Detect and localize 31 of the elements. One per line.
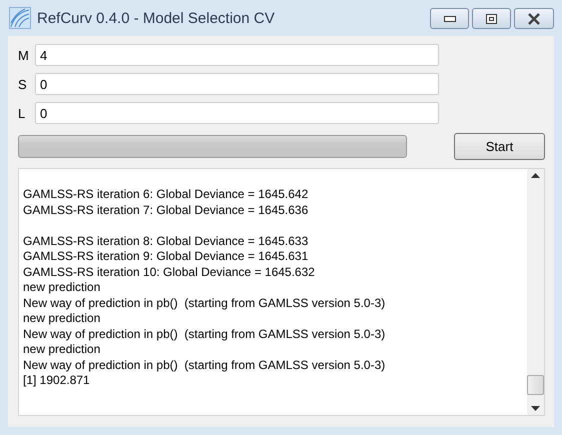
input-field[interactable]: 4 (35, 44, 439, 66)
log-line: [1] 1902.871 (23, 373, 90, 388)
scrollbar[interactable] (527, 169, 544, 415)
window-title: RefCurv 0.4.0 - Model Selection CV (37, 10, 276, 26)
log-line: GAMLSS-RS iteration 9: Global Deviance = 1645.631 (23, 249, 308, 264)
field-label: M (18, 48, 29, 62)
field-label: S (18, 76, 28, 92)
log-line: new prediction (23, 280, 100, 296)
scroll-up-icon (531, 173, 540, 178)
log-line: new prediction (23, 342, 100, 358)
minimize-icon (444, 16, 456, 22)
scroll-down-icon (531, 406, 540, 411)
input-field[interactable]: 0 (35, 73, 439, 95)
log-line: New way of prediction in pb() (starting from GAMLSS version 5.0-3) (23, 358, 386, 373)
log-line: GAMLSS-RS iteration 10: Global Deviance = 1645.632 (23, 264, 315, 280)
log-line: GAMLSS-RS iteration 8: Global Deviance = 1645.633 (23, 234, 308, 249)
input-field[interactable]: 0 (35, 102, 439, 124)
start-button[interactable]: Start (454, 133, 545, 160)
minimize-button[interactable] (430, 8, 469, 29)
app-logo-icon (9, 7, 31, 29)
log-line: new prediction (23, 311, 100, 326)
scroll-thumb[interactable] (527, 375, 544, 395)
log-line: GAMLSS-RS iteration 6: Global Deviance = 1645.642 (23, 187, 308, 202)
log-line: New way of prediction in pb() (starting from GAMLSS version 5.0-3) (23, 326, 386, 342)
close-icon (527, 12, 541, 24)
maximize-icon (486, 14, 497, 24)
field-label: L (18, 106, 26, 120)
log-line: New way of prediction in pb() (starting from GAMLSS version 5.0-3) (23, 296, 386, 311)
log-line: GAMLSS-RS iteration 7: Global Deviance = 1645.636 (23, 202, 308, 218)
close-button[interactable] (514, 8, 554, 29)
maximize-button[interactable] (472, 8, 511, 29)
